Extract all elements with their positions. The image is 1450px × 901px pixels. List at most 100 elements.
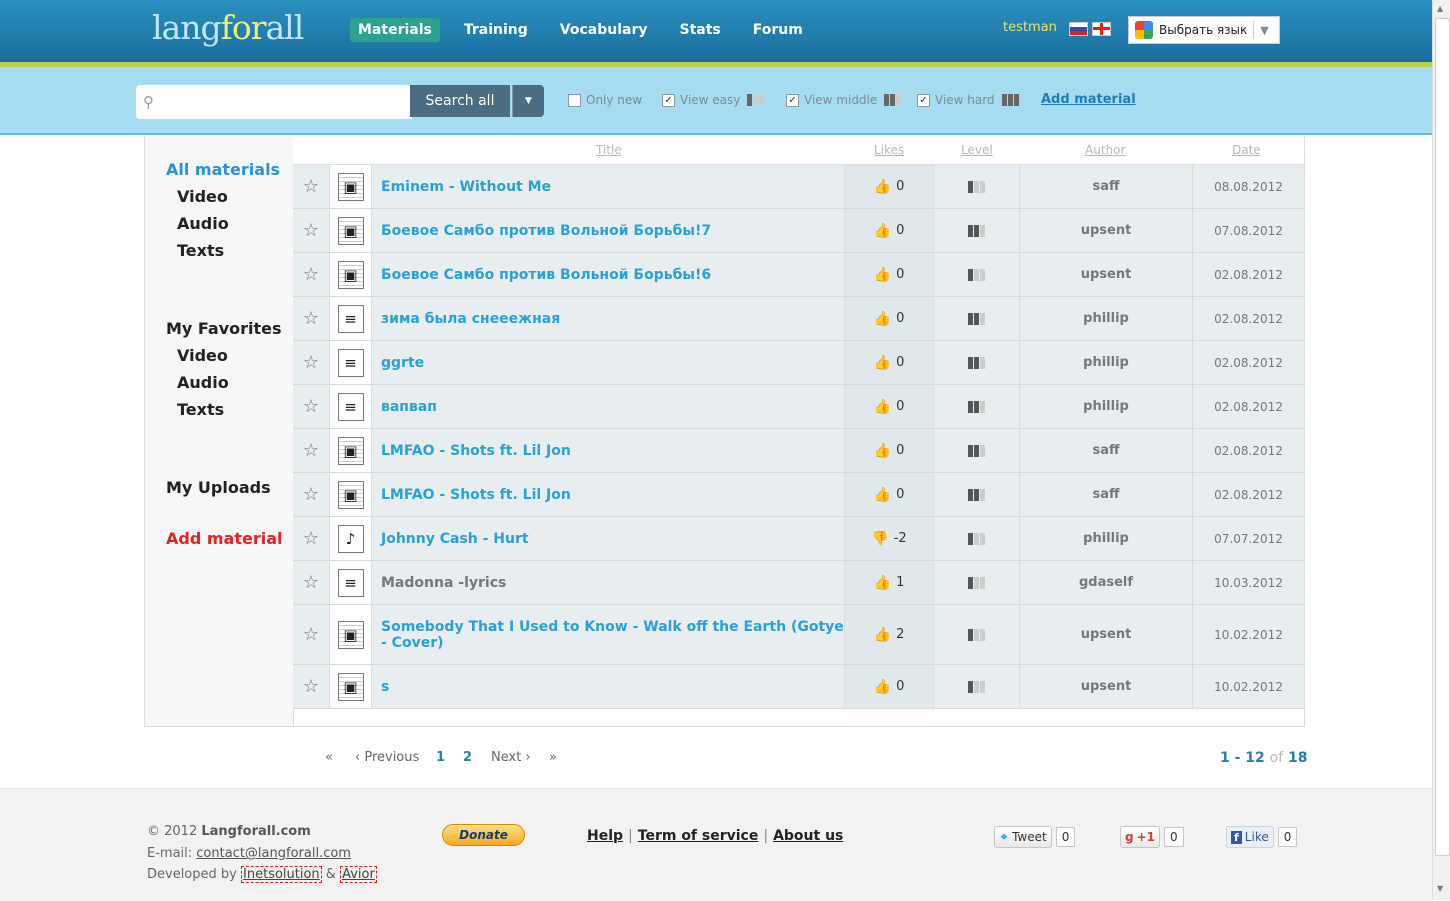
col-author[interactable]: Author: [1085, 143, 1125, 157]
vertical-scrollbar[interactable]: ▲ ▼: [1432, 0, 1450, 900]
username-link[interactable]: testman: [1003, 20, 1057, 35]
thumbs-up-icon[interactable]: 👍: [874, 443, 891, 459]
view-hard-filter[interactable]: ✓ View hard: [917, 93, 1019, 107]
material-title-link[interactable]: Боевое Самбо против Вольной Борьбы!7: [372, 223, 711, 239]
thumbs-up-icon[interactable]: 👍: [874, 575, 891, 591]
facebook-like-button[interactable]: f Like: [1226, 826, 1274, 848]
thumbs-up-icon[interactable]: 👍: [874, 179, 891, 195]
thumbs-up-icon[interactable]: 👍: [874, 223, 891, 239]
thumbs-up-icon[interactable]: 👍: [874, 267, 891, 283]
col-title[interactable]: Title: [596, 143, 622, 157]
view-hard-checkbox[interactable]: ✓: [917, 93, 930, 107]
nav-forum[interactable]: Forum: [745, 18, 811, 42]
pager-next[interactable]: Next ›: [491, 750, 531, 765]
favorite-star-icon[interactable]: ☆: [293, 385, 330, 428]
favorite-star-icon[interactable]: ☆: [293, 341, 330, 384]
search-all-button[interactable]: Search all: [410, 85, 510, 117]
thumbs-up-icon[interactable]: 👍: [874, 355, 891, 371]
terms-link[interactable]: Term of service: [638, 828, 759, 844]
sidebar-fav-video[interactable]: Video: [177, 346, 228, 365]
view-middle-checkbox[interactable]: ✓: [786, 93, 799, 107]
material-title-link[interactable]: s: [372, 679, 389, 695]
sidebar-all-audio[interactable]: Audio: [177, 214, 229, 233]
scrollbar-thumb[interactable]: [1435, 18, 1450, 856]
search-dropdown-button[interactable]: ▼: [512, 85, 544, 117]
thumbs-up-icon[interactable]: 👍: [874, 679, 891, 695]
thumbs-up-icon[interactable]: 👍: [874, 627, 891, 643]
favorite-star-icon[interactable]: ☆: [293, 517, 330, 560]
author-cell[interactable]: upsent: [1020, 209, 1193, 252]
donate-button[interactable]: Donate: [442, 824, 525, 846]
sidebar-all-video[interactable]: Video: [177, 187, 228, 206]
scroll-down-icon[interactable]: ▼: [1437, 884, 1443, 893]
material-title-link[interactable]: Eminem - Without Me: [372, 179, 551, 195]
only-new-filter[interactable]: Only new: [568, 93, 642, 107]
thumbs-up-icon[interactable]: 👍: [874, 311, 891, 327]
material-title-link[interactable]: LMFAO - Shots ft. Lil Jon: [372, 443, 571, 459]
material-title-link[interactable]: ggrte: [372, 355, 424, 371]
material-title-link[interactable]: Somebody That I Used to Know - Walk off …: [372, 619, 844, 651]
thumbs-up-icon[interactable]: 👍: [874, 487, 891, 503]
language-select[interactable]: Выбрать язык ▼: [1128, 16, 1280, 44]
author-cell[interactable]: saff: [1020, 165, 1193, 208]
material-title-link[interactable]: вапвап: [372, 399, 437, 415]
favorite-star-icon[interactable]: ☆: [293, 253, 330, 296]
pager-page-2[interactable]: 2: [463, 750, 472, 765]
favorite-star-icon[interactable]: ☆: [293, 561, 330, 604]
only-new-checkbox[interactable]: [568, 93, 581, 107]
favorite-star-icon[interactable]: ☆: [293, 209, 330, 252]
sidebar-fav-texts[interactable]: Texts: [177, 400, 224, 419]
pager-previous[interactable]: ‹ Previous: [355, 750, 419, 765]
sidebar-my-favorites[interactable]: My Favorites: [166, 319, 282, 338]
russian-flag-icon[interactable]: [1069, 22, 1088, 36]
dev-inetsolution-link[interactable]: Inetsolution: [241, 866, 322, 883]
sidebar-all-texts[interactable]: Texts: [177, 241, 224, 260]
favorite-star-icon[interactable]: ☆: [293, 297, 330, 340]
gplus-button[interactable]: g +1: [1120, 826, 1160, 848]
sidebar-add-material[interactable]: Add material: [166, 529, 282, 548]
author-cell[interactable]: phillip: [1020, 517, 1193, 560]
pager-last[interactable]: »: [549, 750, 557, 765]
favorite-star-icon[interactable]: ☆: [293, 429, 330, 472]
author-cell[interactable]: phillip: [1020, 341, 1193, 384]
col-date[interactable]: Date: [1232, 143, 1261, 157]
author-cell[interactable]: upsent: [1020, 253, 1193, 296]
author-cell[interactable]: phillip: [1020, 385, 1193, 428]
author-cell[interactable]: saff: [1020, 429, 1193, 472]
col-level[interactable]: Level: [961, 143, 993, 157]
dev-avior-link[interactable]: Avior: [340, 866, 377, 883]
search-input[interactable]: [136, 85, 412, 119]
favorite-star-icon[interactable]: ☆: [293, 665, 330, 708]
sidebar-fav-audio[interactable]: Audio: [177, 373, 229, 392]
scroll-up-icon[interactable]: ▲: [1437, 4, 1443, 13]
email-link[interactable]: contact@langforall.com: [196, 846, 351, 861]
pager-page-1[interactable]: 1: [436, 750, 445, 765]
material-title-link[interactable]: Johnny Cash - Hurt: [372, 531, 529, 547]
nav-vocabulary[interactable]: Vocabulary: [552, 18, 656, 42]
favorite-star-icon[interactable]: ☆: [293, 165, 330, 208]
nav-training[interactable]: Training: [456, 18, 536, 42]
author-cell[interactable]: upsent: [1020, 605, 1193, 664]
material-title-link[interactable]: Боевое Самбо против Вольной Борьбы!6: [372, 267, 711, 283]
author-cell[interactable]: gdaself: [1020, 561, 1193, 604]
material-title-link[interactable]: зима была снееежная: [372, 311, 560, 327]
material-title-link[interactable]: Madonna -lyrics: [372, 575, 506, 591]
nav-materials[interactable]: Materials: [350, 18, 440, 42]
author-cell[interactable]: phillip: [1020, 297, 1193, 340]
nav-stats[interactable]: Stats: [671, 18, 728, 42]
add-material-link[interactable]: Add material: [1041, 92, 1136, 107]
favorite-star-icon[interactable]: ☆: [293, 473, 330, 516]
thumbs-up-icon[interactable]: 👍: [874, 399, 891, 415]
site-logo[interactable]: langforall: [152, 8, 304, 47]
pager-first[interactable]: «: [325, 750, 333, 765]
author-cell[interactable]: saff: [1020, 473, 1193, 516]
tweet-button[interactable]: ✦ Tweet: [994, 826, 1052, 848]
about-link[interactable]: About us: [773, 828, 843, 844]
view-middle-filter[interactable]: ✓ View middle: [786, 93, 902, 107]
english-flag-icon[interactable]: [1092, 22, 1111, 36]
view-easy-checkbox[interactable]: ✓: [662, 93, 675, 107]
col-likes[interactable]: Likes: [874, 143, 904, 157]
thumbs-down-icon[interactable]: 👎: [871, 531, 888, 547]
sidebar-my-uploads[interactable]: My Uploads: [166, 478, 271, 497]
sidebar-all-materials[interactable]: All materials: [166, 160, 280, 179]
